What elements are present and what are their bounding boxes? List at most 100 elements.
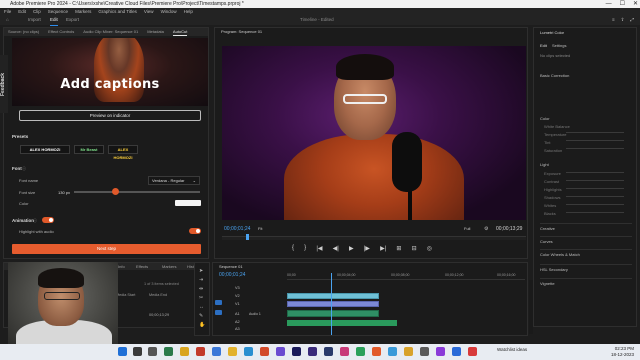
contrast-slider[interactable]	[566, 180, 624, 181]
temperature-slider[interactable]	[566, 132, 624, 133]
app-icon[interactable]	[372, 347, 381, 356]
app-icon[interactable]	[452, 347, 461, 356]
app-icon[interactable]	[340, 347, 349, 356]
workspace-edit[interactable]: Edit	[50, 15, 58, 26]
section-creative[interactable]: Creative	[540, 226, 555, 231]
section-hsl-secondary[interactable]: HSL Secondary	[540, 267, 568, 272]
timeline-playhead[interactable]	[331, 273, 332, 335]
slip-tool-icon[interactable]: ↔	[199, 305, 206, 310]
lumetri-title[interactable]: Lumetri Color	[540, 30, 564, 35]
preset-hormozi-yellow[interactable]: ALEX HORMOZI	[108, 145, 138, 160]
tab-autocut[interactable]: AutoCut	[172, 28, 188, 36]
chrome-icon[interactable]	[212, 347, 221, 356]
home-icon[interactable]: ⌂	[6, 15, 9, 25]
track-a3[interactable]: A3	[235, 327, 240, 331]
resolution-select[interactable]: Full	[464, 226, 470, 231]
font-size-value[interactable]: 130 px	[58, 190, 70, 195]
file-explorer-icon[interactable]	[180, 347, 189, 356]
next-step-button[interactable]: Next step	[12, 244, 201, 254]
font-size-slider-knob[interactable]	[112, 188, 119, 195]
info-icon[interactable]: ⓘ	[33, 218, 37, 224]
blacks-slider[interactable]	[566, 212, 624, 213]
zoom-fit-select[interactable]: Fit	[258, 226, 262, 231]
shadows-slider[interactable]	[566, 196, 624, 197]
highlight-toggle[interactable]	[189, 228, 201, 234]
wrench-icon[interactable]: ⚙	[484, 226, 488, 232]
tab-info[interactable]: Info	[118, 263, 125, 270]
app-icon[interactable]	[196, 347, 205, 356]
search-icon[interactable]	[133, 347, 142, 356]
menu-file[interactable]: File	[4, 8, 11, 15]
timeline-ruler[interactable]: 00;00 00;00;04;00 00;00;08;00 00;00;12;0…	[287, 272, 525, 280]
audio-clip-2[interactable]	[287, 320, 397, 326]
lift-icon[interactable]: ⊞	[396, 245, 401, 253]
menu-graphics[interactable]: Graphics and Titles	[98, 8, 137, 15]
lumetri-tab-settings[interactable]: Settings	[552, 43, 566, 48]
ripple-edit-icon[interactable]: ⇹	[199, 287, 206, 292]
track-v2[interactable]: V2	[235, 294, 240, 298]
minimize-button[interactable]: —	[606, 0, 612, 8]
system-tray[interactable]: 02:23 PM 18-12-2023	[590, 346, 634, 357]
highlights-slider[interactable]	[566, 188, 624, 189]
section-curves[interactable]: Curves	[540, 239, 553, 244]
app-icon[interactable]	[164, 347, 173, 356]
program-tab[interactable]: Program: Sequence 01	[221, 29, 262, 34]
app-icon[interactable]	[436, 347, 445, 356]
section-color-wheels[interactable]: Color Wheels & Match	[540, 252, 580, 257]
app-icon[interactable]	[468, 347, 477, 356]
tint-slider[interactable]	[566, 140, 624, 141]
track-v3[interactable]: V3	[235, 286, 240, 290]
section-vignette[interactable]: Vignette	[540, 281, 555, 286]
workspace-export[interactable]: Export	[66, 15, 79, 25]
fullscreen-icon[interactable]: ⤢	[630, 15, 634, 25]
razor-tool-icon[interactable]: ✂	[199, 296, 206, 301]
quick-export-icon[interactable]: ⇪	[621, 15, 625, 25]
workspaces-icon[interactable]: ≡	[612, 15, 615, 25]
preset-hormozi[interactable]: ALEX HORMOZI	[20, 145, 70, 154]
step-forward-icon[interactable]: |▶	[364, 245, 370, 253]
close-button[interactable]: ✕	[633, 0, 638, 8]
menu-sequence[interactable]: Sequence	[48, 8, 68, 15]
lumetri-tab-edit[interactable]: Edit	[540, 43, 547, 48]
tab-effects[interactable]: Effects	[136, 263, 148, 270]
sequence-tab[interactable]: Sequence 01	[219, 264, 243, 269]
menu-view[interactable]: View	[144, 8, 154, 15]
premiere-icon[interactable]	[292, 347, 301, 356]
color-swatch[interactable]	[175, 200, 201, 206]
step-back-icon[interactable]: ◀|	[333, 245, 339, 253]
timeline-timecode[interactable]: 00;00;01;24	[219, 272, 245, 278]
app-icon[interactable]	[228, 347, 237, 356]
whites-slider[interactable]	[566, 204, 624, 205]
font-size-slider[interactable]	[74, 191, 200, 193]
saturation-slider[interactable]	[566, 148, 624, 149]
app-icon[interactable]	[420, 347, 429, 356]
start-icon[interactable]	[118, 347, 127, 356]
tab-markers[interactable]: Markers	[162, 263, 176, 270]
column-media-start[interactable]: Media Start	[116, 293, 135, 297]
column-media-end[interactable]: Media End	[149, 293, 167, 297]
video-clip[interactable]	[287, 301, 379, 307]
go-to-out-icon[interactable]: ▶|	[380, 245, 386, 253]
track-v1[interactable]: V1	[235, 302, 240, 306]
tab-effect-controls[interactable]: Effect Controls	[48, 28, 74, 36]
menu-edit[interactable]: Edit	[18, 8, 26, 15]
program-playhead[interactable]	[246, 234, 249, 240]
font-name-select[interactable]: Verdana - Regular ⌄	[148, 176, 200, 185]
weather-widget[interactable]: Watchlist ideas	[497, 347, 527, 352]
app-icon[interactable]	[276, 347, 285, 356]
app-icon[interactable]	[324, 347, 333, 356]
menu-help[interactable]: Help	[184, 8, 193, 15]
go-to-in-icon[interactable]: |◀	[316, 245, 322, 253]
camera-icon[interactable]: ◎	[427, 245, 432, 253]
tab-audio-clip-mixer[interactable]: Audio Clip Mixer: Sequence 01	[83, 28, 138, 36]
track-a1[interactable]: A1	[235, 312, 240, 316]
app-icon[interactable]	[356, 347, 365, 356]
pen-tool-icon[interactable]: ✎	[199, 314, 206, 319]
edge-icon[interactable]	[244, 347, 253, 356]
audio-clip[interactable]	[287, 310, 379, 317]
feedback-tab[interactable]: Feedback	[0, 55, 8, 113]
mark-in-icon[interactable]: {	[292, 245, 294, 253]
track-select-icon[interactable]: ⇥	[199, 278, 206, 283]
selection-tool-icon[interactable]: ➤	[199, 269, 206, 274]
track-a2[interactable]: A2	[235, 320, 240, 324]
